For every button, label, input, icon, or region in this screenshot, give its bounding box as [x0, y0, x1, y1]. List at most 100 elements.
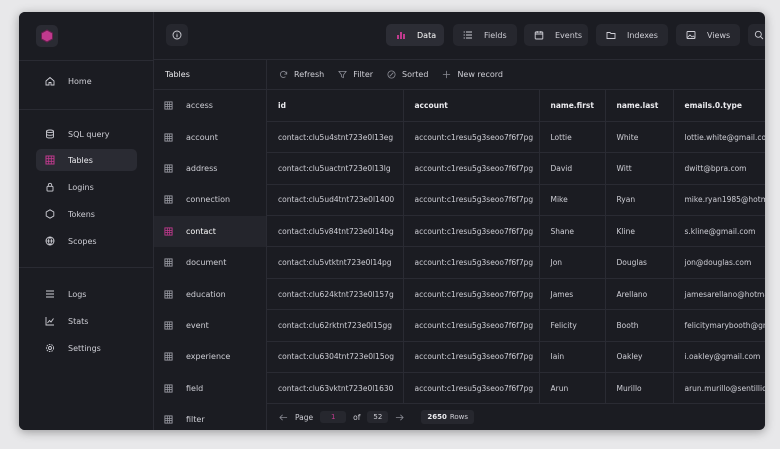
table-cell[interactable]: mike.ryan1985@hotmail.com — [673, 184, 765, 217]
sidebar-item-logs[interactable]: Logs — [36, 283, 137, 305]
sidebar: Home SQL query Tables Logins Tokens Scop… — [19, 12, 154, 430]
table-cell[interactable]: James — [539, 278, 606, 311]
table-list-item[interactable]: address — [154, 153, 266, 184]
app-logo[interactable] — [36, 25, 58, 47]
info-button[interactable] — [166, 24, 188, 46]
column-header-email-type[interactable]: emails.0.type — [673, 90, 765, 122]
table-cell[interactable]: account:c1resu5g3seoo7f6f7pg — [403, 184, 540, 217]
table-cell[interactable]: contact:clu5uactnt723e0l13lg — [267, 152, 404, 185]
table-list-item[interactable]: document — [154, 247, 266, 278]
sidebar-item-home[interactable]: Home — [36, 70, 137, 92]
table-row[interactable]: contact:clu5v84tnt723e0l14bg account:c1re… — [267, 215, 765, 248]
table-cell[interactable]: contact:clu5vtktnt723e0l14pg — [267, 246, 404, 279]
table-list-item[interactable]: event — [154, 310, 266, 341]
table-cell[interactable]: contact:clu5ud4tnt723e0l1400 — [267, 184, 404, 217]
table-cell[interactable]: Jon — [539, 246, 606, 279]
table-cell[interactable]: dwitt@bpra.com — [673, 152, 765, 185]
arrow-left-icon[interactable] — [279, 413, 288, 422]
table-cell[interactable]: account:c1resu5g3seoo7f6f7pg — [403, 278, 540, 311]
table-list-item[interactable]: contact — [154, 215, 266, 247]
table-list-label: filter — [186, 415, 205, 425]
tab-fields[interactable]: Fields — [453, 24, 517, 46]
table-row[interactable]: contact:clu5ud4tnt723e0l1400 account:c1re… — [267, 184, 765, 217]
refresh-button[interactable]: Refresh — [279, 70, 324, 79]
table-cell[interactable]: Murillo — [605, 372, 674, 405]
column-header-account[interactable]: account — [403, 90, 540, 122]
table-cell[interactable]: account:c1resu5g3seoo7f6f7pg — [403, 372, 540, 405]
table-cell[interactable]: jamesarellano@hotmail.com — [673, 278, 765, 311]
tab-events[interactable]: Events — [524, 24, 588, 46]
table-cell[interactable]: contact:clu5u4stnt723e0l13eg — [267, 121, 404, 154]
table-cell[interactable]: Ryan — [605, 184, 674, 217]
tab-data[interactable]: Data — [386, 24, 444, 46]
table-cell[interactable]: Arellano — [605, 278, 674, 311]
table-cell[interactable]: Witt — [605, 152, 674, 185]
sidebar-item-label: Settings — [68, 343, 101, 353]
sidebar-item-settings[interactable]: Settings — [36, 337, 137, 359]
table-cell[interactable]: account:c1resu5g3seoo7f6f7pg — [403, 341, 540, 374]
table-row[interactable]: contact:clu6304tnt723e0l15og account:c1re… — [267, 341, 765, 374]
table-cell[interactable]: account:c1resu5g3seoo7f6f7pg — [403, 215, 540, 248]
table-cell[interactable]: David — [539, 152, 606, 185]
column-header-name-last[interactable]: name.last — [605, 90, 674, 122]
table-cell[interactable]: felicitymarybooth@gmail.com — [673, 309, 765, 342]
table-cell[interactable]: account:c1resu5g3seoo7f6f7pg — [403, 152, 540, 185]
table-cell[interactable]: lottie.white@gmail.com — [673, 121, 765, 154]
table-list-item[interactable]: experience — [154, 341, 266, 372]
table-cell[interactable]: account:c1resu5g3seoo7f6f7pg — [403, 121, 540, 154]
table-list-item[interactable]: account — [154, 121, 266, 152]
table-row[interactable]: contact:clu63vktnt723e0l1630 account:c1re… — [267, 372, 765, 405]
page-number-input[interactable]: 1 — [320, 411, 347, 423]
search-button[interactable] — [748, 24, 765, 46]
table-cell[interactable]: account:c1resu5g3seoo7f6f7pg — [403, 246, 540, 279]
table-list-item[interactable]: access — [154, 90, 266, 121]
table-cell[interactable]: contact:clu624ktnt723e0l157g — [267, 278, 404, 311]
sidebar-item-sql-query[interactable]: SQL query — [36, 123, 137, 145]
table-cell[interactable]: Iain — [539, 341, 606, 374]
table-list-item[interactable]: filter — [154, 404, 266, 430]
tab-indexes[interactable]: Indexes — [596, 24, 668, 46]
table-cell[interactable]: White — [605, 121, 674, 154]
table-icon — [164, 321, 173, 330]
column-header-id[interactable]: id — [267, 90, 404, 122]
table-cell[interactable]: contact:clu62rktnt723e0l15gg — [267, 309, 404, 342]
table-cell[interactable]: account:c1resu5g3seoo7f6f7pg — [403, 309, 540, 342]
sidebar-item-tables[interactable]: Tables — [36, 149, 137, 171]
table-list-label: access — [186, 101, 213, 111]
table-row[interactable]: contact:clu5uactnt723e0l13lg account:c1re… — [267, 152, 765, 185]
new-record-button[interactable]: New record — [442, 70, 503, 79]
table-cell[interactable]: jon@douglas.com — [673, 246, 765, 279]
filter-button[interactable]: Filter — [338, 70, 373, 79]
table-cell[interactable]: i.oakley@gmail.com — [673, 341, 765, 374]
pagination-bar: Page 1 of 52 2650 Rows — [267, 404, 765, 430]
table-row[interactable]: contact:clu5u4stnt723e0l13eg account:c1re… — [267, 121, 765, 154]
table-cell[interactable]: Oakley — [605, 341, 674, 374]
sidebar-item-scopes[interactable]: Scopes — [36, 230, 137, 252]
table-cell[interactable]: Arun — [539, 372, 606, 405]
table-cell[interactable]: Kline — [605, 215, 674, 248]
sorted-button[interactable]: Sorted — [387, 70, 428, 79]
table-cell[interactable]: contact:clu63vktnt723e0l1630 — [267, 372, 404, 405]
table-cell[interactable]: arun.murillo@sentillion.com — [673, 372, 765, 405]
column-header-name-first[interactable]: name.first — [539, 90, 606, 122]
table-cell[interactable]: s.kline@gmail.com — [673, 215, 765, 248]
sidebar-item-stats[interactable]: Stats — [36, 310, 137, 332]
table-cell[interactable]: contact:clu6304tnt723e0l15og — [267, 341, 404, 374]
table-row[interactable]: contact:clu5vtktnt723e0l14pg account:c1re… — [267, 246, 765, 279]
tab-views[interactable]: Views — [676, 24, 740, 46]
table-list-item[interactable]: connection — [154, 184, 266, 215]
table-cell[interactable]: Felicity — [539, 309, 606, 342]
table-row[interactable]: contact:clu624ktnt723e0l157g account:c1re… — [267, 278, 765, 311]
table-cell[interactable]: Shane — [539, 215, 606, 248]
table-cell[interactable]: Booth — [605, 309, 674, 342]
table-cell[interactable]: Lottie — [539, 121, 606, 154]
table-cell[interactable]: Douglas — [605, 246, 674, 279]
sidebar-item-logins[interactable]: Logins — [36, 176, 137, 198]
table-row[interactable]: contact:clu62rktnt723e0l15gg account:c1re… — [267, 309, 765, 342]
sidebar-item-tokens[interactable]: Tokens — [36, 203, 137, 225]
arrow-right-icon[interactable] — [395, 413, 405, 422]
table-cell[interactable]: Mike — [539, 184, 606, 217]
table-cell[interactable]: contact:clu5v84tnt723e0l14bg — [267, 215, 404, 248]
table-list-item[interactable]: field — [154, 373, 266, 404]
table-list-item[interactable]: education — [154, 278, 266, 309]
